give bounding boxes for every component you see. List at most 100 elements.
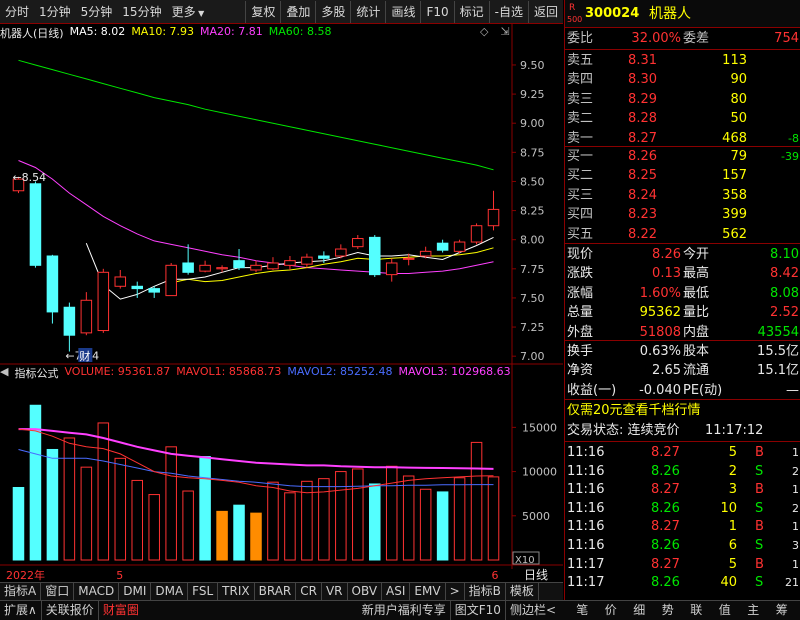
volume-bar xyxy=(335,471,347,561)
expand-button[interactable]: 扩展∧ xyxy=(0,601,41,620)
chart-controls: ◇ ⇲ xyxy=(480,25,510,38)
indicator-tab-0[interactable]: 指标A xyxy=(0,583,42,600)
tab-1min[interactable]: 1分钟 xyxy=(34,1,76,23)
bid-change: -39 xyxy=(781,150,799,163)
zoom-icon[interactable]: ⇲ xyxy=(500,25,509,38)
main-chart-title: 机器人(日线) xyxy=(0,27,64,40)
ask-label: 卖五 xyxy=(567,53,594,68)
volume-unit-label: X10 xyxy=(515,555,535,566)
indicator-tab-2[interactable]: MACD xyxy=(74,583,120,600)
new-user-promo-link[interactable]: 新用户福利专享 xyxy=(358,601,450,620)
indicator-tab-7[interactable]: BRAR xyxy=(255,583,297,600)
tick-time: 11:16 xyxy=(567,519,605,535)
f10-graphic-button[interactable]: 图文F10 xyxy=(449,601,505,620)
volume-bar xyxy=(487,476,500,561)
stock-header: R 500 300024 机器人 xyxy=(565,0,800,28)
quote-tab-6[interactable]: 主 xyxy=(743,601,763,620)
adjust-button[interactable]: 复权 xyxy=(245,0,280,23)
ask-price: 8.27 xyxy=(628,130,657,146)
tab-15min[interactable]: 15分钟 xyxy=(117,1,166,23)
candle-body xyxy=(267,262,279,270)
fund-label: 收益(一) xyxy=(567,382,617,398)
tick-time: 11:16 xyxy=(567,482,605,498)
volume-bar xyxy=(216,510,228,561)
quote-row: 涨幅 1.60% 最低 8.08 xyxy=(565,284,800,303)
candle-body xyxy=(301,256,313,265)
f10-button[interactable]: F10 xyxy=(420,0,453,23)
tick-price: 8.27 xyxy=(651,519,680,535)
quote-tab-1[interactable]: 价 xyxy=(601,601,621,620)
ma-legend-ma10: MA10: 7.93 xyxy=(131,25,195,38)
quote-value: 8.26 xyxy=(652,247,681,262)
ma10-line xyxy=(171,247,494,284)
volume-chart-title: 指标公式 xyxy=(14,367,59,380)
indicator-tab-8[interactable]: CR xyxy=(296,583,322,600)
ask-price: 8.29 xyxy=(628,91,657,107)
indicator-tab-10[interactable]: OBV xyxy=(348,583,383,600)
quote-label: 外盘 xyxy=(567,324,594,340)
quote-tab-7[interactable]: 筹 xyxy=(772,601,792,620)
level2-promo[interactable]: 仅需20元查看千档行情 xyxy=(565,401,800,420)
ma-legend-ma60: MA60: 8.58 xyxy=(268,25,332,38)
bid-row: 买二 8.25 157 xyxy=(565,166,800,185)
candle-body xyxy=(233,260,245,269)
indicator-tab-11[interactable]: ASI xyxy=(382,583,411,600)
price-tick-label: 7.75 xyxy=(520,263,545,276)
back-button[interactable]: 返回 xyxy=(527,0,563,23)
quote-tab-0[interactable]: 笔 xyxy=(572,601,592,620)
indicator-tab-12[interactable]: EMV xyxy=(410,583,446,600)
sidebar-toggle[interactable]: 侧边栏< xyxy=(504,601,560,620)
indicator-tabs: 指标A 窗口 MACD DMI DMA FSL TRIX BRAR CR VR OBV ASI EMV >… xyxy=(0,582,563,600)
candle-body xyxy=(165,264,177,297)
diamond-icon[interactable]: ◇ xyxy=(480,25,488,38)
tab-more[interactable]: 更多 ▼ xyxy=(167,1,210,23)
tab-5min[interactable]: 5分钟 xyxy=(76,1,118,23)
quote-label: 总量 xyxy=(567,305,594,321)
quote-value: 1.60% xyxy=(639,285,681,301)
indicator-tab-13[interactable]: 指标B xyxy=(465,583,506,600)
tab-intraday[interactable]: 分时 xyxy=(0,1,34,23)
quote-tab-2[interactable]: 细 xyxy=(629,601,649,620)
draw-line-button[interactable]: 画线 xyxy=(385,0,420,23)
tick-time: 11:17 xyxy=(567,575,605,591)
related-quotes-button[interactable]: 关联报价 xyxy=(40,601,98,620)
quote-label: 今开 xyxy=(683,247,710,262)
fund-value: 0.63% xyxy=(639,344,681,359)
mark-button[interactable]: 标记 xyxy=(453,0,489,23)
indicator-tab-3[interactable]: DMI xyxy=(119,583,152,600)
bid-label: 买五 xyxy=(567,226,594,242)
tick-volume: 1 xyxy=(728,519,737,535)
ask-change: -8 xyxy=(788,131,799,145)
stats-button[interactable]: 统计 xyxy=(350,0,385,23)
quote-tab-5[interactable]: 值 xyxy=(715,601,735,620)
indicator-tab-5[interactable]: FSL xyxy=(188,583,219,600)
quote-tab-4[interactable]: 联 xyxy=(686,601,706,620)
indicator-tab-6[interactable]: TRIX xyxy=(218,583,255,600)
tick-side: B xyxy=(755,519,764,535)
vol-legend-mavol1: MAVOL1: 85868.73 xyxy=(176,365,282,378)
candle-body xyxy=(63,306,76,336)
fund-row: 换手 0.63% 股本 15.5亿 xyxy=(565,342,800,361)
indicator-tab-1[interactable]: 窗口 xyxy=(41,583,75,600)
indicator-tab-4[interactable]: DMA xyxy=(151,583,189,600)
tick-count: 1 xyxy=(792,520,799,534)
candle-body xyxy=(419,250,432,257)
bid-row: 买五 8.22 562 xyxy=(565,225,800,244)
candle-body xyxy=(114,276,127,287)
overlay-button[interactable]: 叠加 xyxy=(280,0,315,23)
quote-tab-3[interactable]: 势 xyxy=(658,601,678,620)
indicator-tab-14[interactable]: 模板 xyxy=(506,583,539,600)
bid-price: 8.23 xyxy=(628,207,657,223)
bid-label: 买一 xyxy=(567,149,594,164)
bid-price: 8.22 xyxy=(628,226,657,242)
remove-watchlist-button[interactable]: -自选 xyxy=(488,0,528,23)
indicator-tab-9[interactable]: VR xyxy=(322,583,348,600)
scroll-right-icon[interactable]: > xyxy=(446,583,465,600)
kline-chart[interactable]: 9.50 9.25 9.00 8.75 8.50 8.25 8.00 7.75 7.50 7.25… xyxy=(0,24,563,594)
candle-body xyxy=(199,264,211,272)
bid-price: 8.25 xyxy=(628,168,657,184)
triangle-left-icon[interactable]: ◀ xyxy=(0,365,8,381)
multi-stock-button[interactable]: 多股 xyxy=(315,0,350,23)
wealth-circle-button[interactable]: 财富圈 xyxy=(97,601,143,620)
price-tick-label: 8.75 xyxy=(520,146,545,159)
